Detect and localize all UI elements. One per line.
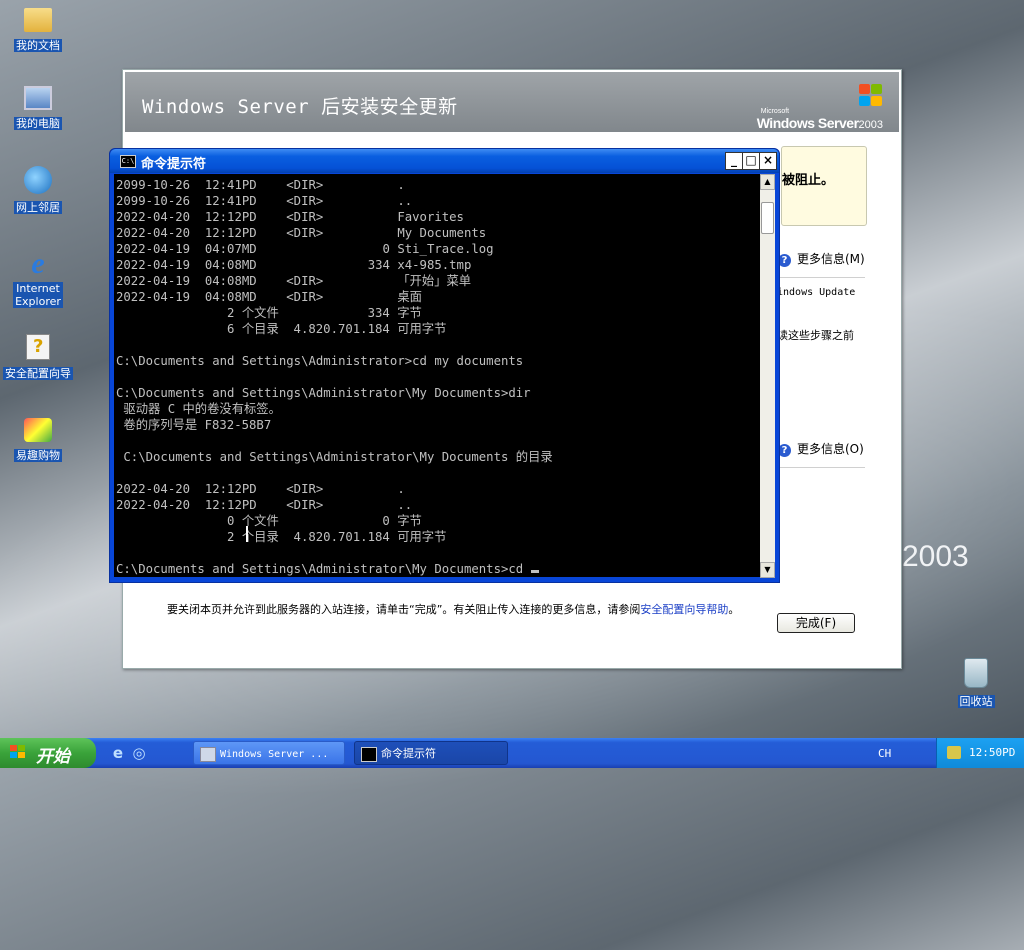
console-line: 2022-04-19 04:07MD 0 Sti_Trace.log — [116, 242, 494, 256]
task-command-prompt[interactable]: 命令提示符 — [354, 741, 508, 765]
desktop-icon-label: 我的电脑 — [14, 117, 62, 130]
more-info-link-1[interactable]: ? 更多信息(M) — [778, 250, 865, 267]
command-prompt-window[interactable]: C:\ 命令提示符 _ □ × 2099-10-26 12:41PD <DIR>… — [109, 148, 780, 583]
console-line: 2022-04-19 04:08MD <DIR> 「开始」菜单 — [116, 274, 472, 288]
maximize-button[interactable]: □ — [742, 152, 760, 170]
console-line: C:\Documents and Settings\Administrator\… — [116, 386, 531, 400]
console-line: C:\Documents and Settings\Administrator>… — [116, 354, 524, 368]
minimize-button[interactable]: _ — [725, 152, 743, 170]
console-line: 2022-04-20 12:12PD <DIR> Favorites — [116, 210, 464, 224]
windows-server-logo: Microsoft Windows Server2003 — [757, 84, 883, 133]
console-line: 卷的序列号是 F832-58B7 — [116, 418, 272, 432]
console-line: 2022-04-19 04:08MD <DIR> 桌面 — [116, 290, 422, 304]
console-line: 2022-04-20 12:12PD <DIR> . — [116, 482, 405, 496]
desktop-icon-internet-explorer[interactable]: e Internet Explorer — [0, 248, 76, 309]
close-button[interactable]: × — [759, 152, 777, 170]
quicklaunch-explorer-icon[interactable]: ◎ — [131, 745, 147, 761]
desktop-icon-my-computer[interactable]: 我的电脑 — [0, 86, 76, 131]
console-line: 2022-04-19 04:08MD 334 x4-985.tmp — [116, 258, 472, 272]
console-output[interactable]: 2099-10-26 12:41PD <DIR> . 2099-10-26 12… — [114, 174, 760, 577]
scrollbar-thumb[interactable] — [761, 202, 774, 234]
wallpaper-2003-text: 2003 — [902, 540, 969, 573]
console-text: 2099-10-26 12:41PD <DIR> . 2099-10-26 12… — [114, 174, 760, 577]
setup-title: Windows Server 后安装安全更新 — [142, 96, 458, 118]
desktop-icon-my-documents[interactable]: 我的文档 — [0, 2, 76, 53]
warning-text: 被阻止。 — [782, 173, 835, 188]
scroll-down-arrow-icon[interactable]: ▼ — [760, 562, 775, 578]
cmd-icon — [361, 747, 377, 762]
recycle-bin-icon — [964, 658, 988, 688]
console-line: 驱动器 C 中的卷没有标签。 — [116, 402, 281, 416]
setup-footer-text: 要关闭本页并允许到此服务器的入站连接，请单击“完成”。有关阻止传入连接的更多信息… — [167, 603, 740, 616]
desktop-icon-label: 网上邻居 — [14, 201, 62, 214]
console-line: 0 个文件 0 字节 — [116, 514, 422, 528]
security-wizard-icon — [26, 334, 50, 360]
finish-button[interactable]: 完成(F) — [777, 613, 855, 633]
internet-explorer-icon: e — [31, 247, 45, 280]
my-computer-icon — [24, 86, 52, 110]
vertical-scrollbar[interactable]: ▲ ▼ — [760, 174, 775, 578]
taskbar: 开始 e ◎ Windows Server ... 命令提示符 CH 12:50… — [0, 738, 1024, 768]
side-text-windows-update: indows Update — [777, 287, 856, 298]
desktop-icon-network[interactable]: 网上邻居 — [0, 166, 76, 215]
cmd-titlebar[interactable]: C:\ 命令提示符 _ □ × — [110, 149, 779, 173]
windows-flag-icon — [10, 745, 26, 760]
cmd-window-icon: C:\ — [120, 155, 136, 168]
console-line: 2 个文件 334 字节 — [116, 306, 422, 320]
quicklaunch-ie-icon[interactable]: e — [110, 745, 126, 761]
divider — [773, 277, 865, 278]
console-line: C:\Documents and Settings\Administrator\… — [116, 450, 553, 464]
scroll-up-arrow-icon[interactable]: ▲ — [760, 174, 775, 190]
console-line: 2 个目录 4.820.701.184 可用字节 — [116, 530, 447, 544]
language-indicator[interactable]: CH — [878, 747, 891, 760]
windows-flag-icon — [857, 84, 883, 108]
task-windows-server[interactable]: Windows Server ... — [193, 741, 345, 765]
console-line: 2099-10-26 12:41PD <DIR> . — [116, 178, 405, 192]
desktop-icon-label: 我的文档 — [14, 39, 62, 52]
side-text-steps: 读这些步骤之前 — [777, 329, 854, 342]
divider — [773, 467, 865, 468]
text-cursor — [530, 570, 539, 573]
tray-network-icon[interactable] — [947, 746, 961, 759]
desktop-icon-recycle-bin[interactable]: 回收站 — [938, 658, 1014, 709]
warning-box: 被阻止。 — [781, 146, 867, 226]
cmd-window-title: 命令提示符 — [141, 157, 207, 172]
more-info-link-2[interactable]: ? 更多信息(O) — [778, 440, 864, 457]
console-line: 6 个目录 4.820.701.184 可用字节 — [116, 322, 447, 336]
start-button[interactable]: 开始 — [0, 738, 96, 768]
clock[interactable]: 12:50PD — [969, 746, 1015, 759]
security-wizard-help-link[interactable]: 安全配置向导帮助 — [640, 603, 728, 616]
my-documents-icon — [24, 8, 52, 32]
console-line: 2022-04-20 12:12PD <DIR> My Documents — [116, 226, 487, 240]
network-places-icon — [24, 166, 52, 194]
desktop-icon-label: Internet Explorer — [13, 282, 63, 308]
desktop-icon-label: 安全配置向导 — [3, 367, 73, 380]
desktop-icon-label: 回收站 — [957, 695, 995, 708]
system-tray: 12:50PD — [936, 738, 1024, 768]
console-line: 2022-04-20 12:12PD <DIR> .. — [116, 498, 413, 512]
shopping-icon — [24, 418, 52, 442]
desktop-icon-security-wizard[interactable]: 安全配置向导 — [0, 334, 76, 381]
setup-header: Windows Server 后安装安全更新 Microsoft Windows… — [125, 72, 899, 132]
desktop-icon-label: 易趣购物 — [14, 449, 62, 462]
console-line: 2099-10-26 12:41PD <DIR> .. — [116, 194, 413, 208]
console-line: C:\Documents and Settings\Administrator\… — [116, 562, 531, 576]
desktop-icon-shopping[interactable]: 易趣购物 — [0, 418, 76, 463]
window-icon — [200, 747, 216, 762]
mouse-pointer-icon — [246, 526, 248, 542]
